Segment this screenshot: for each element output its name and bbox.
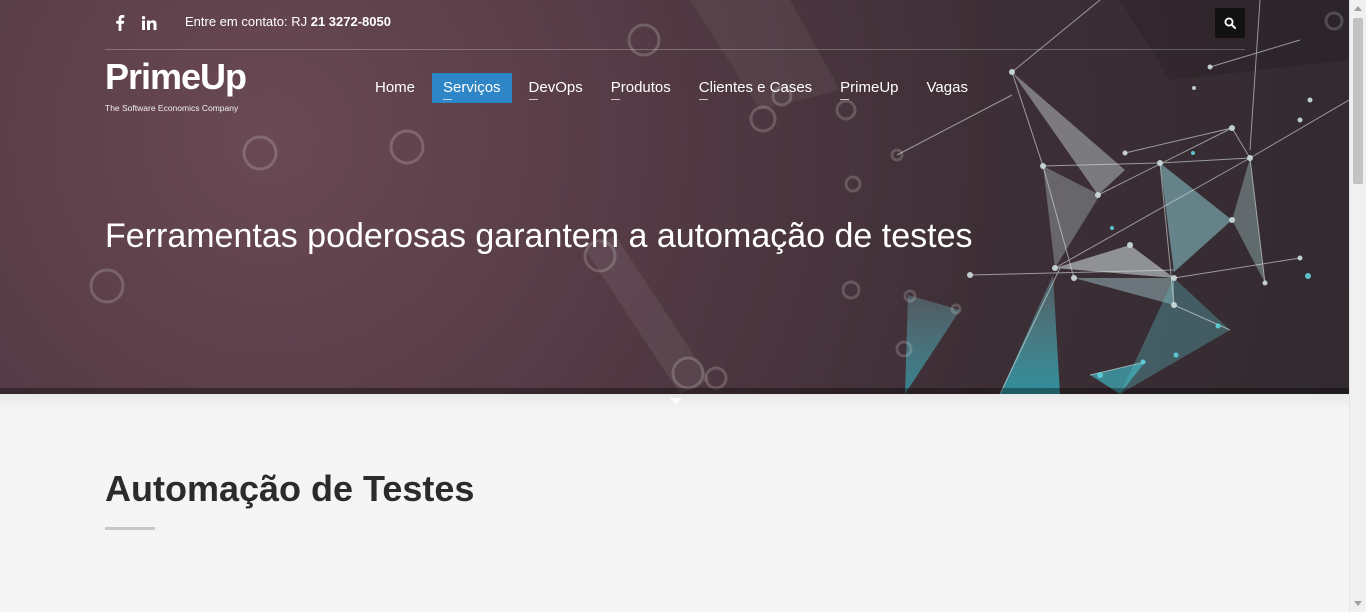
section-title-underline — [105, 527, 155, 530]
logo-wordmark: PrimeUp — [105, 56, 247, 97]
main-navigation: Home Serviços DevOps Produtos Clientes e… — [364, 73, 985, 103]
nav-item-label: Home — [375, 79, 416, 96]
page-scrollbar[interactable] — [1349, 0, 1366, 612]
submenu-indicator — [528, 99, 538, 100]
hero-title: Ferramentas poderosas garantem a automaç… — [105, 217, 973, 255]
hero-notch-indicator — [670, 398, 682, 404]
nav-item-label: PrimeUp — [840, 79, 899, 96]
submenu-indicator — [698, 99, 708, 100]
logo-tagline: The Software Economics Company — [105, 103, 239, 113]
contact-label: Entre em contato: RJ — [185, 14, 311, 29]
nav-item-devops[interactable]: DevOps — [518, 73, 594, 103]
nav-item-home[interactable]: Home — [364, 73, 426, 103]
nav-item-label: Produtos — [610, 79, 671, 96]
submenu-indicator — [840, 99, 850, 100]
scrollbar-thumb[interactable] — [1353, 18, 1363, 184]
scroll-up-arrow-icon[interactable] — [1354, 6, 1362, 11]
nav-item-servicos[interactable]: Serviços — [432, 73, 512, 103]
submenu-indicator — [443, 99, 453, 100]
search-button[interactable] — [1215, 8, 1245, 38]
section-title: Automação de Testes — [105, 468, 475, 509]
top-bar: Entre em contato: RJ 21 3272-8050 — [105, 0, 1245, 50]
nav-item-label: Clientes e Cases — [698, 79, 813, 96]
nav-item-label: Vagas — [926, 79, 968, 96]
hero-banner: Entre em contato: RJ 21 3272-8050 PrimeU… — [0, 0, 1349, 394]
nav-item-produtos[interactable]: Produtos — [600, 73, 682, 103]
nav-item-vagas[interactable]: Vagas — [916, 73, 979, 103]
submenu-indicator — [610, 99, 620, 100]
nav-item-clientes-e-cases[interactable]: Clientes e Cases — [688, 73, 823, 103]
contact-phone[interactable]: 21 3272-8050 — [311, 14, 391, 29]
nav-item-label: DevOps — [528, 79, 583, 96]
primeup-logo[interactable]: PrimeUp The Software Economics Company — [105, 58, 260, 118]
search-icon — [1224, 17, 1236, 29]
facebook-icon[interactable] — [109, 12, 131, 34]
nav-item-label: Serviços — [443, 79, 501, 96]
page: Entre em contato: RJ 21 3272-8050 PrimeU… — [0, 0, 1349, 612]
contact-info: Entre em contato: RJ 21 3272-8050 — [185, 14, 391, 29]
scroll-down-arrow-icon[interactable] — [1354, 601, 1362, 606]
linkedin-icon[interactable] — [138, 12, 160, 34]
nav-item-primeup[interactable]: PrimeUp — [829, 73, 909, 103]
